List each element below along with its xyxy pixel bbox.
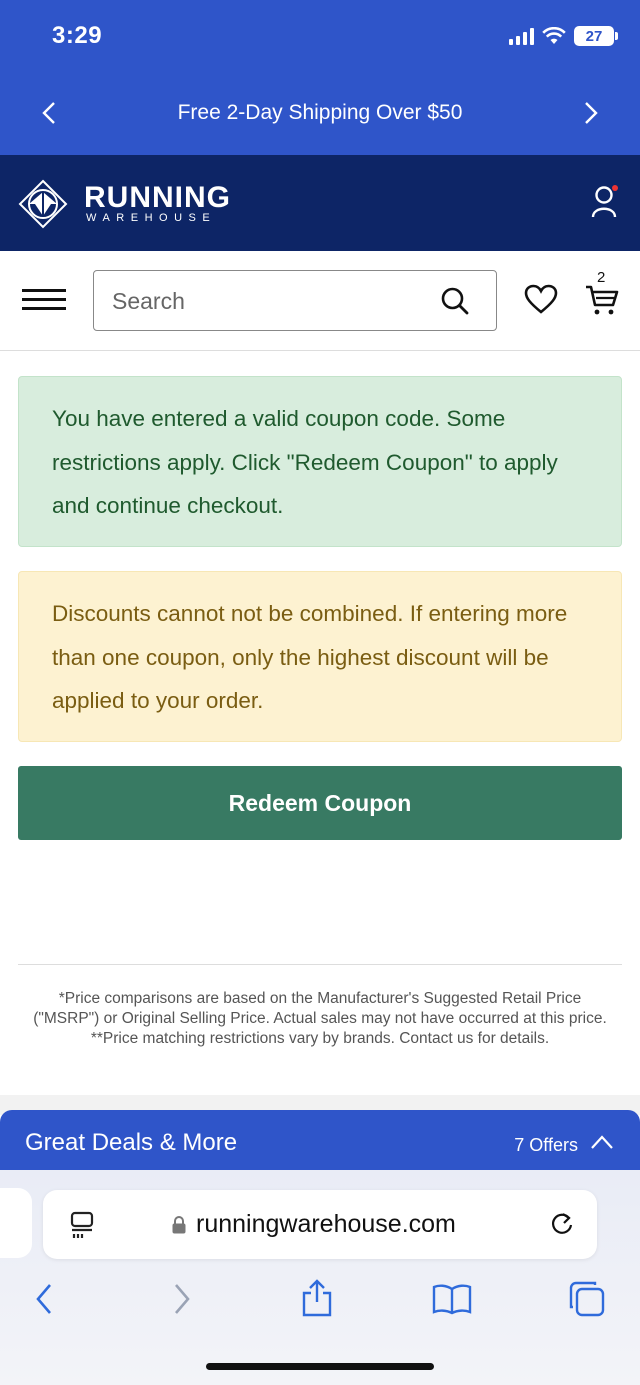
battery-indicator: 27 bbox=[574, 26, 618, 46]
brand-subtitle: WAREHOUSE bbox=[86, 212, 217, 224]
bookmarks-icon[interactable] bbox=[432, 1283, 472, 1315]
reader-icon[interactable] bbox=[69, 1211, 95, 1239]
search-icon[interactable] bbox=[440, 286, 470, 316]
heart-icon[interactable] bbox=[524, 284, 558, 314]
deals-offers-count[interactable]: 7 Offers bbox=[514, 1135, 578, 1156]
wifi-icon bbox=[542, 27, 566, 44]
footnote-price-matching: **Price matching restrictions vary by br… bbox=[90, 1030, 550, 1047]
chevron-up-icon[interactable] bbox=[590, 1134, 614, 1150]
status-time: 3:29 bbox=[52, 22, 103, 49]
brand-name[interactable]: RUNNING bbox=[84, 181, 231, 215]
lock-icon bbox=[172, 1216, 186, 1234]
menu-icon[interactable] bbox=[22, 289, 66, 313]
discount-warning-alert: Discounts cannot not be combined. If ent… bbox=[18, 571, 622, 742]
browser-chrome: runningwarehouse.com bbox=[0, 1170, 640, 1385]
previous-tab[interactable] bbox=[0, 1188, 32, 1258]
notification-dot bbox=[612, 185, 618, 191]
home-indicator[interactable] bbox=[206, 1363, 434, 1370]
status-indicators: 27 bbox=[509, 26, 618, 46]
deals-title[interactable]: Great Deals & More bbox=[25, 1129, 237, 1157]
promo-text: Free 2-Day Shipping Over $50 bbox=[177, 101, 463, 124]
search-input[interactable] bbox=[112, 284, 432, 318]
coupon-valid-alert: You have entered a valid coupon code. So… bbox=[18, 376, 622, 547]
url-text[interactable]: runningwarehouse.com bbox=[196, 1210, 456, 1239]
running-warehouse-logo-icon[interactable] bbox=[18, 179, 68, 229]
cart-icon[interactable] bbox=[584, 284, 620, 316]
divider bbox=[18, 964, 622, 965]
forward-icon[interactable] bbox=[172, 1282, 192, 1316]
chevron-right-icon[interactable] bbox=[576, 98, 606, 128]
brand-header: RUNNING WAREHOUSE bbox=[0, 155, 640, 251]
address-bar[interactable]: runningwarehouse.com bbox=[43, 1190, 597, 1259]
back-icon[interactable] bbox=[34, 1282, 54, 1316]
tabs-icon[interactable] bbox=[568, 1280, 606, 1318]
footnote-msrp: *Price comparisons are based on the Manu… bbox=[33, 990, 607, 1027]
search-toolbar: 2 bbox=[0, 251, 640, 351]
chevron-left-icon[interactable] bbox=[34, 98, 64, 128]
reload-icon[interactable] bbox=[549, 1210, 575, 1238]
redeem-coupon-button[interactable]: Redeem Coupon bbox=[18, 766, 622, 840]
promo-banner: Free 2-Day Shipping Over $50 bbox=[0, 88, 640, 138]
price-footnote: *Price comparisons are based on the Manu… bbox=[26, 989, 614, 1049]
signal-icon bbox=[509, 27, 534, 45]
promo-header: 3:29 27 Free 2-Day Shipping Over $50 bbox=[0, 0, 640, 155]
share-icon[interactable] bbox=[300, 1278, 334, 1318]
search-box[interactable] bbox=[93, 270, 497, 331]
